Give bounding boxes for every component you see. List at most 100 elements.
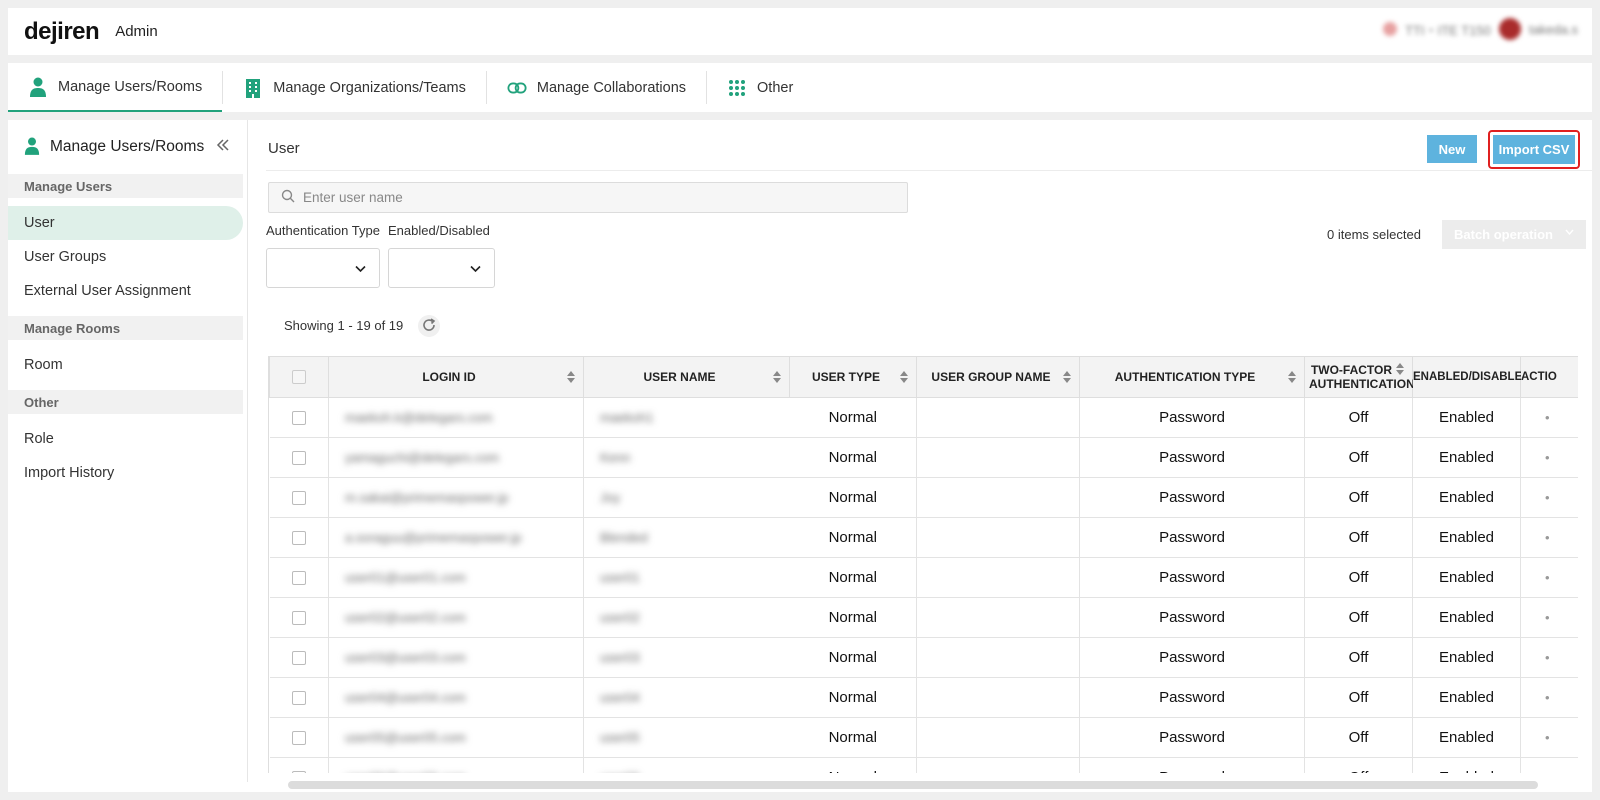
table-row[interactable]: user01@user01.com user01 Normal Password Off… [269, 557, 1578, 598]
column-label: LOGIN ID [422, 370, 476, 384]
avatar[interactable] [1498, 18, 1521, 40]
login-id-cell: user04@user04.com [328, 677, 584, 718]
row-action-menu[interactable]: • [1520, 757, 1578, 773]
user-name-text: takeda.s [1528, 21, 1578, 37]
row-action-menu[interactable]: • [1520, 677, 1578, 718]
row-action-menu[interactable]: • [1520, 477, 1578, 518]
table-row[interactable]: user04@user04.com user04 Normal Password Off… [269, 677, 1578, 718]
row-action-menu[interactable]: • [1520, 557, 1578, 598]
sort-icon[interactable] [900, 371, 908, 383]
tab-manage-organizations-teams[interactable]: Manage Organizations/Teams [223, 63, 486, 112]
column-header-two-factor[interactable]: TWO-FACTOR AUTHENTICATION [1304, 356, 1415, 398]
login-id-cell: user01@user01.com [328, 557, 584, 598]
auth-type-select[interactable] [266, 248, 380, 288]
row-action-menu[interactable]: • [1520, 397, 1578, 438]
enabled-disabled-select[interactable] [388, 248, 495, 288]
column-label: AUTHENTICATION TYPE [1114, 370, 1256, 384]
auth-type-cell: Password [1079, 557, 1305, 598]
column-label: USER GROUP NAME [931, 370, 1051, 384]
sort-icon[interactable] [567, 371, 575, 383]
user-type-cell: Normal [789, 677, 917, 718]
sidebar-item-external-user-assignment[interactable]: External User Assignment [8, 274, 243, 308]
row-select-cell [269, 397, 329, 438]
select-all-checkbox[interactable] [292, 370, 306, 385]
app-logo[interactable]: dejiren [24, 18, 100, 46]
table-row[interactable]: maekoh.k@delegars.com maekoh1 Normal Passwo… [269, 397, 1578, 438]
new-button[interactable]: New [1427, 135, 1477, 163]
row-action-menu[interactable]: • [1520, 637, 1578, 678]
org-icon [1383, 22, 1398, 36]
row-checkbox[interactable] [291, 771, 306, 773]
auth-type-cell: Password [1079, 637, 1305, 678]
sidebar-item-user-groups[interactable]: User Groups [8, 240, 243, 274]
sort-icon[interactable] [773, 371, 781, 383]
column-header-enabled-disabled[interactable]: ENABLED/DISABLED [1412, 356, 1531, 398]
sort-icon[interactable] [1063, 371, 1071, 383]
column-header-authentication-type[interactable]: AUTHENTICATION TYPE [1079, 356, 1305, 398]
table-row[interactable]: user02@user02.com user02 Normal Password Off… [269, 597, 1578, 638]
table-row[interactable]: user03@user03.com user03 Normal Password Off… [269, 637, 1578, 678]
sidebar-item-user[interactable]: User [8, 206, 243, 240]
row-checkbox[interactable] [291, 491, 306, 506]
row-select-cell [269, 677, 329, 718]
horizontal-scrollbar[interactable] [288, 781, 1538, 789]
batch-operation-label: Batch operation [1454, 227, 1553, 242]
tab-manage-users-rooms[interactable]: Manage Users/Rooms [8, 63, 223, 112]
user-name-cell: user06 [583, 757, 790, 773]
table-row[interactable]: m.sakai@primemaspower.jp Joy Normal Passwor… [269, 477, 1578, 518]
auth-type-cell: Password [1079, 677, 1305, 718]
table-row[interactable]: user06@user06.comuser06Normal PasswordOff… [269, 757, 1578, 773]
column-header-user-name[interactable]: USER NAME [583, 356, 790, 398]
sidebar-item-import-history[interactable]: Import History [8, 456, 243, 490]
table-row[interactable]: user05@user05.com user05 Normal Password Off… [269, 717, 1578, 758]
row-checkbox[interactable] [291, 571, 306, 586]
two-factor-cell: Off [1304, 677, 1413, 718]
login-id-cell: maekoh.k@delegars.com [328, 397, 584, 438]
row-action-menu[interactable]: • [1520, 717, 1578, 758]
collapse-sidebar-icon[interactable] [215, 137, 233, 155]
row-action-menu[interactable]: • [1520, 597, 1578, 638]
column-header-user-group-name[interactable]: USER GROUP NAME [916, 356, 1080, 398]
search-box [268, 182, 908, 213]
search-input[interactable] [303, 190, 883, 205]
import-csv-button[interactable]: Import CSV [1493, 135, 1575, 164]
row-checkbox[interactable] [291, 411, 306, 426]
sidebar-section-manage-users: Manage Users [8, 174, 243, 198]
search-icon [281, 189, 295, 206]
enabled-cell: Enabled [1412, 517, 1521, 558]
building-icon [243, 78, 263, 98]
row-action-menu[interactable]: • [1520, 437, 1578, 478]
table-row[interactable]: yamaguchi@delegars.com Kenn Normal Password… [269, 437, 1578, 478]
user-name-cell: maekoh1 [583, 397, 790, 438]
row-checkbox[interactable] [291, 531, 306, 546]
table-row[interactable]: a.soraguu@primemaspower.jp Blended Normal P… [269, 517, 1578, 558]
tab-manage-collaborations[interactable]: Manage Collaborations [487, 63, 706, 112]
sort-icon[interactable] [1396, 363, 1404, 375]
batch-operation-button[interactable]: Batch operation [1442, 220, 1586, 249]
column-header-user-type[interactable]: USER TYPE [789, 356, 917, 398]
sidebar-item-room[interactable]: Room [8, 348, 243, 382]
row-checkbox[interactable] [291, 731, 306, 746]
row-checkbox[interactable] [291, 691, 306, 706]
row-select-cell [269, 477, 329, 518]
enabled-cell: Enabled [1412, 477, 1521, 518]
row-checkbox[interactable] [291, 611, 306, 626]
sidebar-title: Manage Users/Rooms [50, 138, 205, 155]
refresh-button[interactable] [418, 315, 440, 337]
user-group-cell [916, 717, 1080, 758]
pagination-summary: Showing 1 - 19 of 19 [284, 318, 404, 333]
user-type-cell: Normal [789, 397, 917, 438]
chevron-down-icon [1565, 226, 1574, 238]
sidebar-section-manage-rooms: Manage Rooms [8, 316, 243, 340]
user-name-cell: Kenn [583, 437, 790, 478]
row-checkbox[interactable] [291, 451, 306, 466]
tab-other[interactable]: Other [707, 63, 813, 112]
user-type-cell: Normal [789, 757, 917, 773]
user-type-cell: Normal [789, 597, 917, 638]
sort-icon[interactable] [1288, 371, 1296, 383]
user-menu[interactable]: TTI・ITE T150 takeda.s [1383, 18, 1578, 40]
sidebar-item-role[interactable]: Role [8, 422, 243, 456]
row-checkbox[interactable] [291, 651, 306, 666]
column-header-login-id[interactable]: LOGIN ID [328, 356, 584, 398]
row-action-menu[interactable]: • [1520, 517, 1578, 558]
